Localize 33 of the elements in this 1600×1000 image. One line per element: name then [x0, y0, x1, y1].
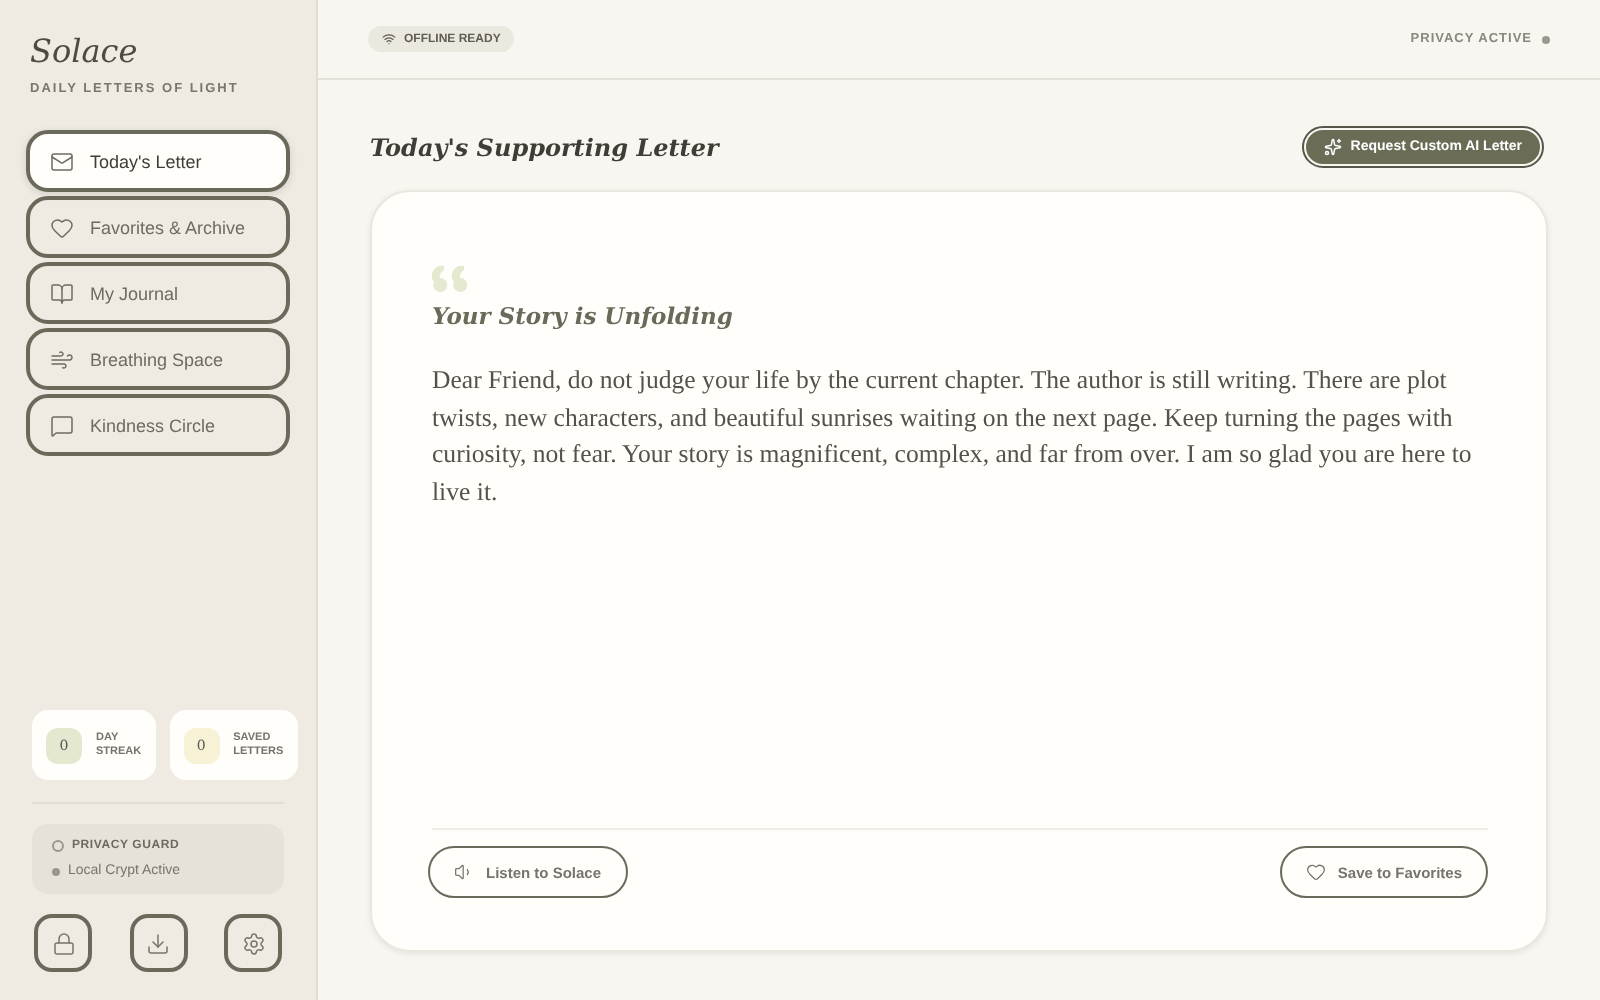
nav-label: Favorites & Archive [90, 217, 246, 237]
letter-title: Your Story is Unfolding [432, 302, 735, 330]
wind-icon [50, 347, 74, 371]
heart-icon [1305, 862, 1326, 882]
nav-label: Breathing Space [90, 349, 224, 369]
nav-label: Kindness Circle [90, 415, 216, 435]
nav-item[interactable]: Favorites & Archive [26, 196, 290, 258]
nav-item[interactable]: Kindness Circle [26, 394, 290, 456]
nav-item[interactable]: My Journal [26, 262, 290, 324]
nav-item[interactable]: Breathing Space [26, 328, 290, 390]
chat-icon [50, 413, 74, 437]
status-dot [1542, 35, 1550, 43]
download-button[interactable] [129, 914, 187, 972]
mail-icon [50, 149, 74, 173]
lock-button[interactable] [34, 914, 92, 972]
nav-label: My Journal [90, 283, 179, 303]
speaker-icon [454, 862, 474, 882]
quote-icon [432, 264, 472, 294]
ring-icon [52, 840, 64, 852]
heart-icon [50, 215, 74, 239]
gear-icon [241, 931, 265, 955]
book-icon [50, 281, 74, 305]
nav-label: Today's Letter [90, 151, 202, 171]
download-icon [146, 931, 170, 955]
letter-body: Dear Friend, do not judge your life by the current chapter. The author is still writing. There are plot twists, new characters, and beautiful sunrises waiting on the next page. Keep turning the pages with curiosity, not fear. Your story is magnificent, complex, and far from over. I am so glad you are here to live it. [432, 364, 1474, 509]
settings-button[interactable] [224, 914, 282, 972]
page-title: Today's Supporting Letter [370, 133, 719, 161]
sparkle-icon [1324, 138, 1343, 156]
app-logo: Solace [30, 32, 140, 70]
wifi-icon [382, 32, 396, 46]
status-dot [52, 867, 60, 875]
lock-icon [51, 931, 75, 955]
nav-item[interactable]: Today's Letter [26, 130, 290, 192]
